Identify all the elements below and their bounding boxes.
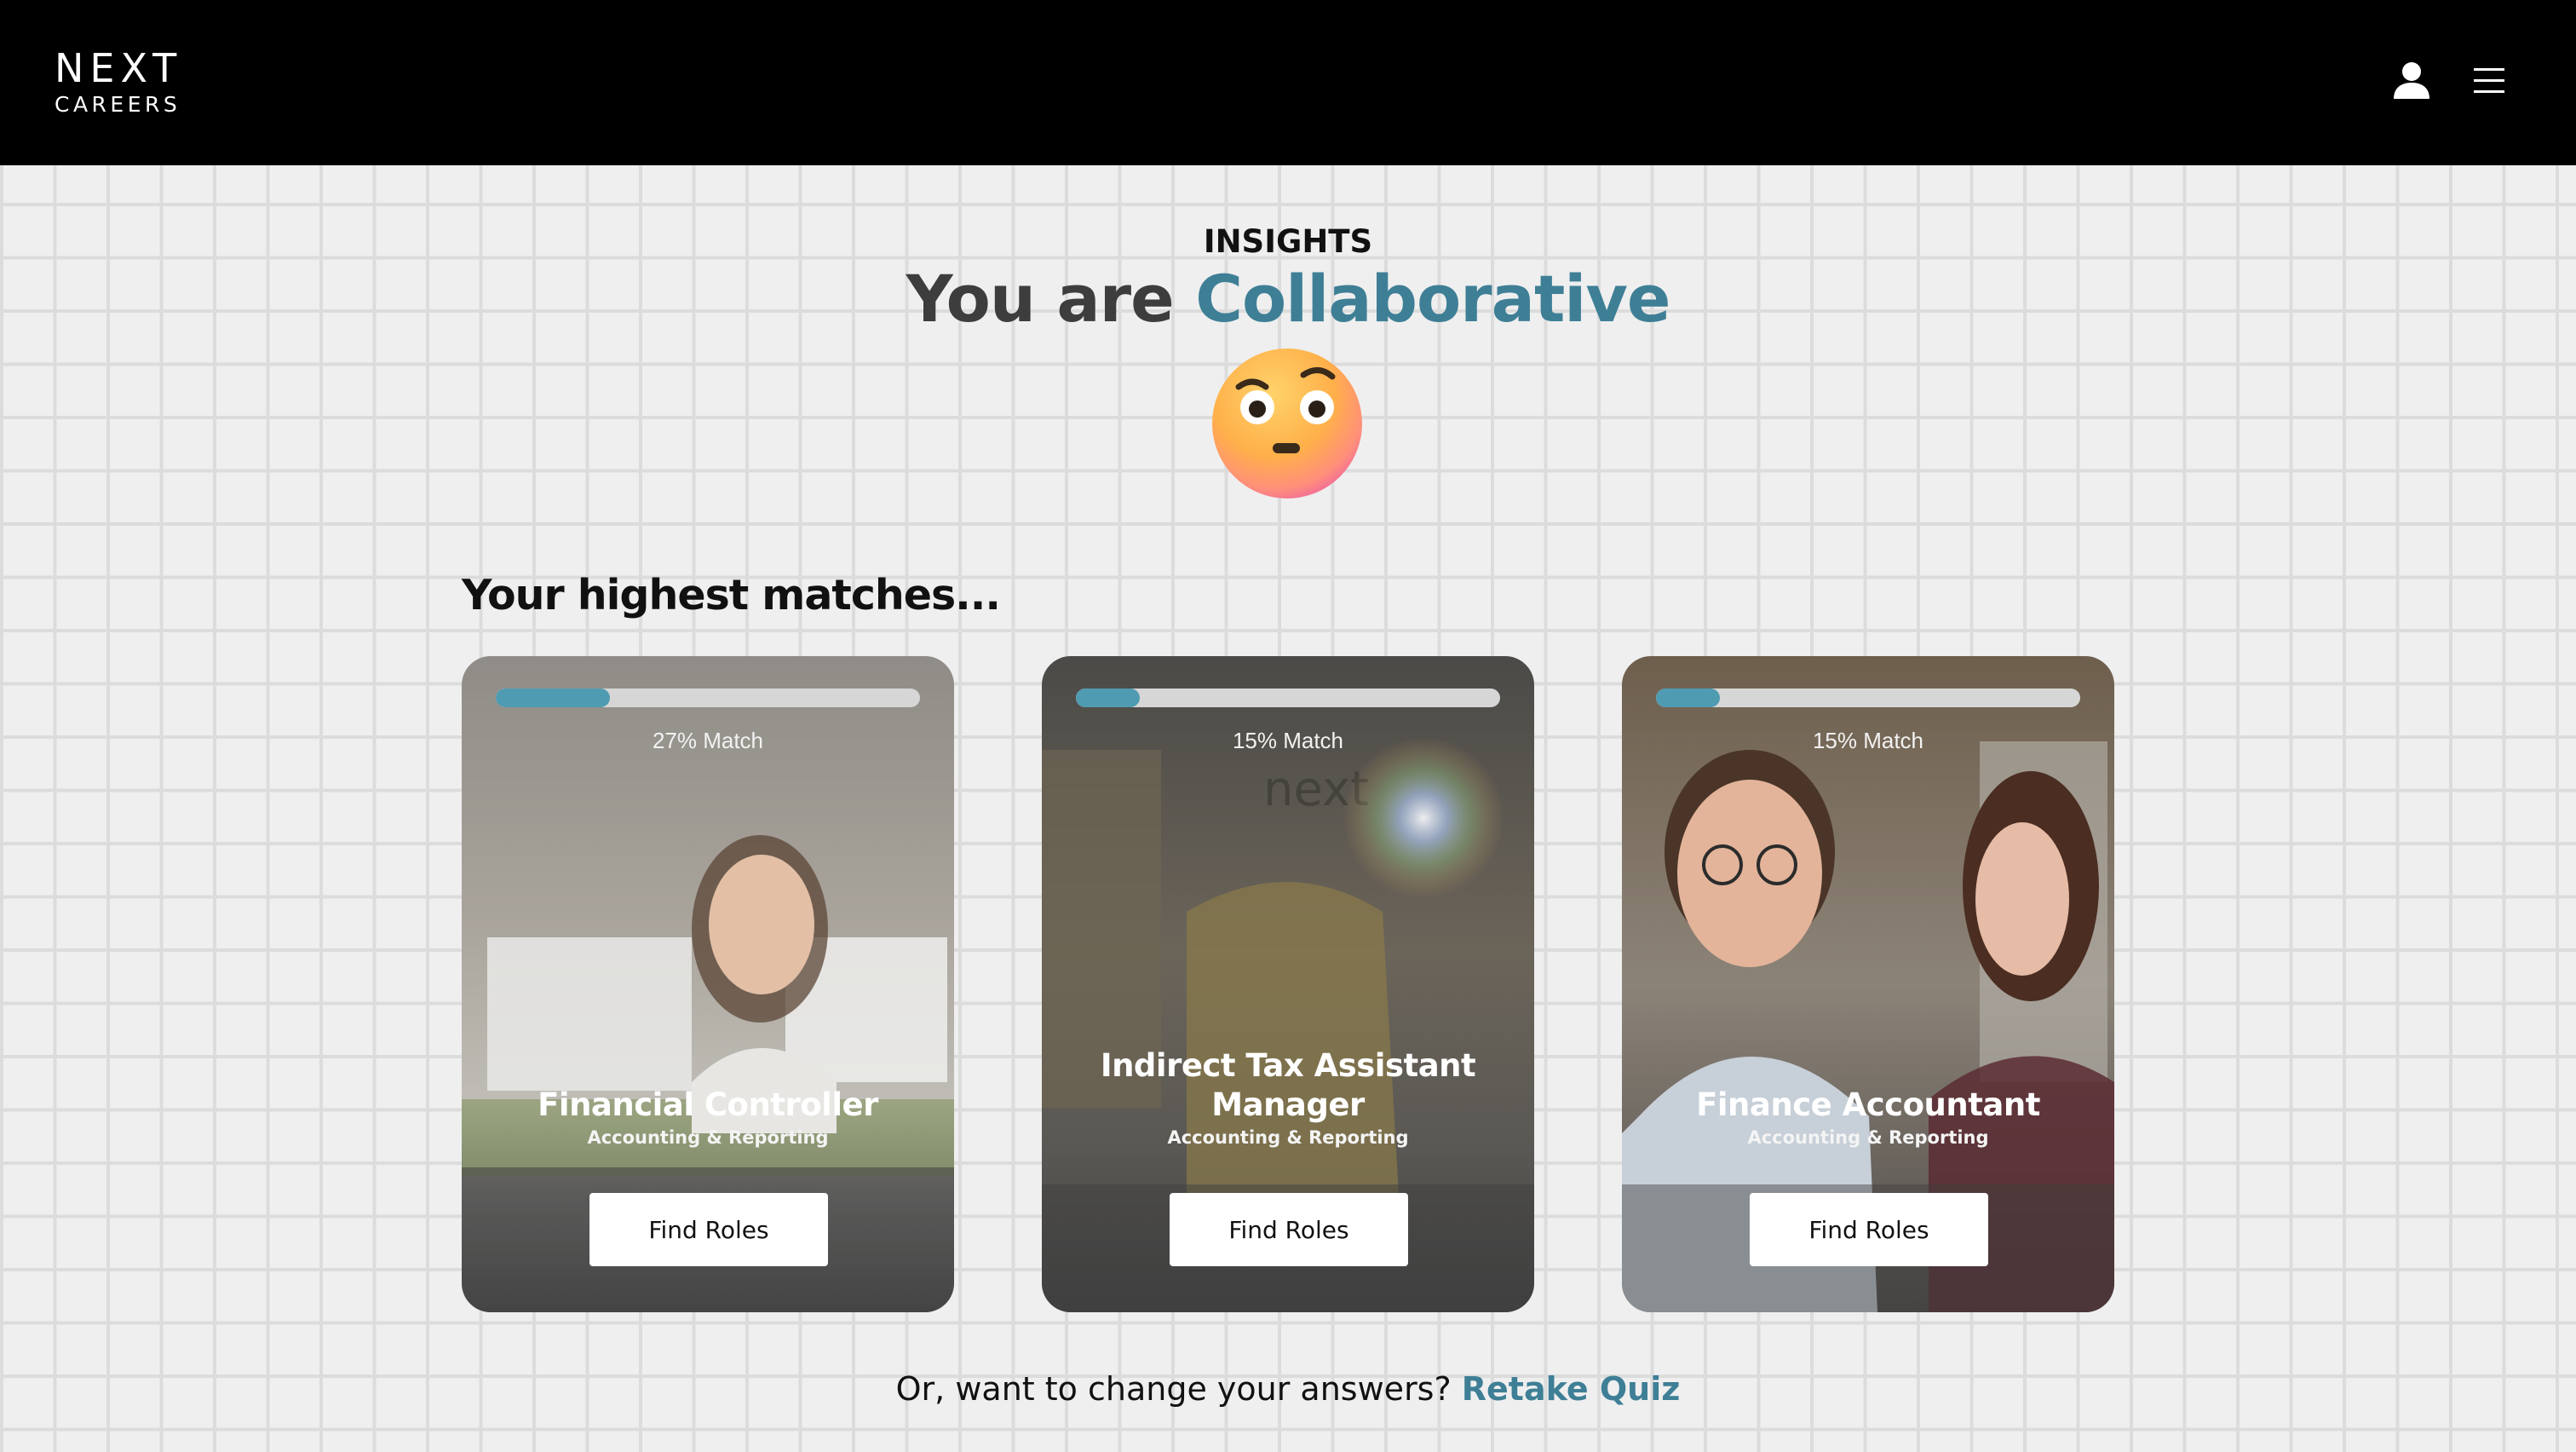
match-progress-fill (1076, 689, 1140, 707)
user-icon[interactable] (2392, 61, 2431, 99)
insights-eyebrow: INSIGHTS (1203, 223, 1373, 260)
logo-main-text: NEXT (55, 45, 183, 91)
role-title-block: Finance Accountant Accounting & Reportin… (1639, 1086, 2097, 1150)
role-title: Financial Controller (538, 1086, 878, 1123)
match-percentage: 15% Match (1812, 728, 1924, 753)
role-category: Accounting & Reporting (1747, 1127, 1989, 1148)
match-progress-fill (496, 689, 611, 707)
next-careers-logo[interactable]: NEXT CAREERS (55, 46, 182, 118)
retake-quiz-prompt: Or, want to change your answers? Retake … (0, 1370, 2576, 1408)
role-card[interactable]: 15% Match Finance Accountant Accounting … (1622, 656, 2114, 1312)
match-percentage: 15% Match (1232, 728, 1344, 753)
matches-heading: Your highest matches... (462, 571, 1001, 619)
top-navigation-bar: NEXT CAREERS (0, 0, 2576, 165)
role-title: Indirect Tax Assistant Manager (1100, 1047, 1476, 1123)
role-category: Accounting & Reporting (587, 1127, 829, 1148)
find-roles-button[interactable]: Find Roles (1170, 1193, 1408, 1266)
role-title-block: Financial Controller Accounting & Report… (479, 1086, 937, 1150)
headline-prefix: You are (906, 261, 1175, 337)
retake-prompt-text: Or, want to change your answers? (895, 1370, 1452, 1408)
face-with-raised-eyebrow-emoji (1212, 349, 1362, 498)
match-progress-bar (496, 689, 920, 707)
match-percentage: 27% Match (652, 728, 764, 753)
page-title: You are Collaborative (0, 261, 2576, 337)
logo-sub-text: CAREERS (55, 92, 181, 117)
menu-icon[interactable] (2474, 66, 2504, 95)
headline-trait: Collaborative (1195, 261, 1670, 337)
role-category: Accounting & Reporting (1167, 1127, 1409, 1148)
match-progress-fill (1656, 689, 1720, 707)
retake-quiz-link[interactable]: Retake Quiz (1462, 1370, 1681, 1408)
role-title: Finance Accountant (1696, 1086, 2040, 1123)
find-roles-button[interactable]: Find Roles (1750, 1193, 1988, 1266)
match-progress-bar (1656, 689, 2080, 707)
role-card[interactable]: next 15% Match Indirect Tax Assistant Ma… (1042, 656, 1534, 1312)
find-roles-button[interactable]: Find Roles (589, 1193, 828, 1266)
role-card[interactable]: 27% Match Financial Controller Accountin… (462, 656, 954, 1312)
role-title-block: Indirect Tax Assistant Manager Accountin… (1059, 1046, 1517, 1150)
match-progress-bar (1076, 689, 1500, 707)
